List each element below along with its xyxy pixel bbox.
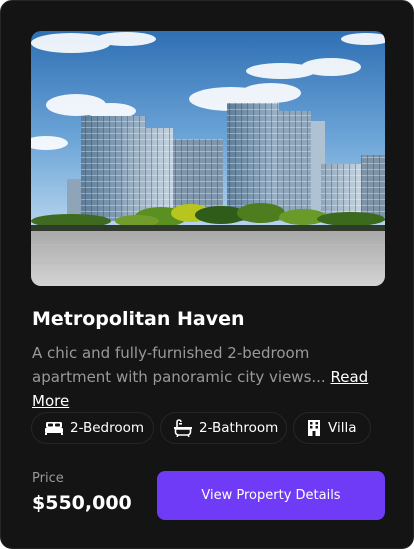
building-icon (306, 419, 322, 437)
feature-label: Villa (328, 420, 357, 436)
description-text: A chic and fully-furnished 2-bedroom apa… (32, 344, 326, 386)
bathtub-icon (173, 419, 193, 437)
price-value: $550,000 (32, 492, 132, 514)
feature-label: 2-Bathroom (199, 420, 279, 436)
price-label: Price (32, 471, 64, 486)
property-photo (31, 31, 385, 286)
property-title: Metropolitan Haven (32, 308, 245, 330)
property-description: A chic and fully-furnished 2-bedroom apa… (32, 341, 388, 413)
property-card: Metropolitan Haven A chic and fully-furn… (0, 0, 414, 549)
feature-tag-bathroom: 2-Bathroom (160, 412, 287, 444)
view-property-details-button[interactable]: View Property Details (157, 471, 385, 520)
feature-tag-villa: Villa (293, 412, 371, 444)
feature-label: 2-Bedroom (70, 420, 145, 436)
bed-icon (44, 420, 64, 436)
feature-tag-bedroom: 2-Bedroom (31, 412, 154, 444)
